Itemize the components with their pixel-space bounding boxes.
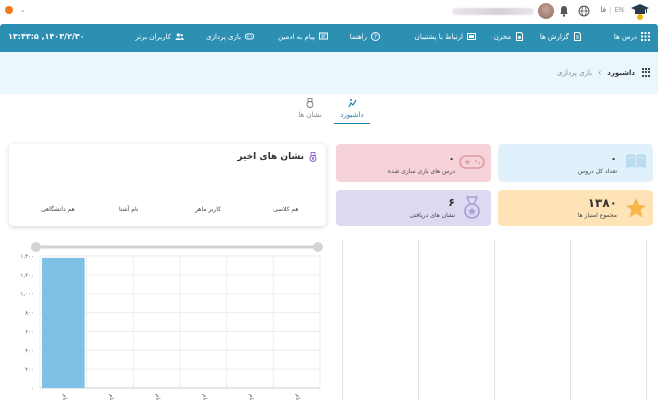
x-tick-label: نام xyxy=(201,394,207,400)
tab-label: داشبورد xyxy=(340,111,364,119)
stat-label: درس های بازی سازی شده xyxy=(387,168,455,175)
nav-label: درس ها xyxy=(613,32,637,41)
repository-icon xyxy=(516,32,523,41)
x-tick-label: نام xyxy=(248,394,254,400)
nav-label: گزارش ها xyxy=(539,32,569,41)
medal-icon xyxy=(464,196,480,219)
chevron-down-icon[interactable]: ⌄ xyxy=(20,6,26,14)
grid-line xyxy=(418,240,419,400)
grid-line xyxy=(570,240,571,400)
x-tick-label: نام xyxy=(108,394,114,400)
bell-icon[interactable] xyxy=(558,5,570,17)
y-tick-label: ۰ xyxy=(31,386,34,392)
grid-line xyxy=(494,240,495,400)
medal-icon xyxy=(306,98,314,108)
nav-item-support[interactable]: ارتباط با پشتیبان xyxy=(415,32,476,41)
stat-card-badges-received: ۶ نشان های دریافتی xyxy=(336,190,491,226)
y-tick-label: ۱,۴۰۰ xyxy=(20,254,34,260)
stat-label: نشان های دریافتی xyxy=(409,212,455,219)
y-tick-label: ۱,۰۰۰ xyxy=(20,292,34,298)
main-nav: درس ها گزارش ها مخزن ارتباط با پشتیبان ?… xyxy=(0,24,658,52)
nav-item-gamification[interactable]: بازی پردازی xyxy=(206,32,254,41)
gamepad-icon xyxy=(459,155,485,169)
report-icon xyxy=(574,32,581,41)
badge-item: کاربر ماهر xyxy=(195,206,221,213)
medal-icon xyxy=(309,152,317,162)
nav-label: راهنما xyxy=(349,32,367,41)
nav-label: ارتباط با پشتیبان xyxy=(414,32,463,41)
lang-fa[interactable]: فا xyxy=(600,6,605,14)
x-tick-label: نام xyxy=(61,394,67,400)
star-icon xyxy=(626,198,646,218)
breadcrumb-separator: › xyxy=(598,68,602,77)
dashboard-icon xyxy=(348,99,357,108)
gamepad-icon xyxy=(245,33,254,40)
range-slider-handle-right[interactable] xyxy=(313,242,323,252)
nav-item-top-users[interactable]: کاربران برتر xyxy=(135,32,184,41)
avatar[interactable] xyxy=(538,3,554,19)
tab-label: نشان ها xyxy=(298,111,322,119)
nav-item-help[interactable]: ? راهنما xyxy=(350,32,380,41)
globe-icon[interactable] xyxy=(578,5,590,17)
y-tick-label: ۱,۲۰۰ xyxy=(20,273,34,279)
chart-bar xyxy=(42,257,85,388)
svg-text:?: ? xyxy=(374,34,377,41)
tab-badges[interactable]: نشان ها xyxy=(292,96,328,124)
users-icon xyxy=(175,33,184,40)
y-tick-label: ۴۰۰ xyxy=(25,348,34,354)
nav-label: پیام به ادمین xyxy=(278,32,315,41)
lang-separator: | xyxy=(608,6,612,14)
stat-value: ۶ xyxy=(448,196,455,209)
stat-label: تعداد کل دروس xyxy=(577,168,617,175)
datetime: ۱۳:۴۳:۵ ,۱۴۰۳/۲/۳۰ xyxy=(8,32,85,41)
language-switcher[interactable]: فا | EN xyxy=(600,6,624,14)
nav-label: مخزن xyxy=(493,32,511,41)
grid-icon xyxy=(641,32,650,41)
x-tick-label: نام xyxy=(295,394,301,400)
badge-item: نام آشنا xyxy=(119,206,139,213)
badge-item: هم کلاسی xyxy=(273,206,299,213)
recent-badges-card: نشان های اخیر هم کلاسی کاربر ماهر نام آش… xyxy=(9,144,326,226)
book-icon xyxy=(626,154,646,168)
breadcrumb-home[interactable]: داشبورد xyxy=(607,69,635,77)
chart-svg: ۰ ۲۰۰ ۴۰۰ ۶۰۰ ۸۰۰ ۱,۰۰۰ ۱,۲۰۰ ۱,۴۰۰ نام نام نام نا… xyxy=(20,242,323,400)
y-tick-label: ۶۰۰ xyxy=(25,329,34,335)
y-tick-label: ۸۰۰ xyxy=(25,311,34,317)
power-icon[interactable] xyxy=(5,6,13,14)
help-icon: ? xyxy=(371,32,380,41)
username-blurred[interactable] xyxy=(452,8,534,15)
grid-icon xyxy=(641,68,650,77)
nav-item-message-admin[interactable]: پیام به ادمین xyxy=(278,32,328,41)
message-icon xyxy=(319,32,328,40)
grid-line xyxy=(342,240,343,400)
breadcrumb: داشبورد › بازی پردازی xyxy=(557,68,650,77)
range-slider-handle-left[interactable] xyxy=(31,242,41,252)
x-tick-label: نام xyxy=(155,394,161,400)
support-icon xyxy=(467,33,476,40)
y-tick-label: ۲۰۰ xyxy=(25,367,34,373)
tab-dashboard[interactable]: داشبورد xyxy=(334,96,370,124)
stat-card-total-points: ۱۳۸۰ مجموع امتیاز ها xyxy=(498,190,653,226)
nav-label: بازی پردازی xyxy=(206,32,241,41)
nav-item-repository[interactable]: مخزن xyxy=(494,32,524,41)
stat-value: ۰ xyxy=(610,152,617,165)
top-strip: فا | EN ⌄ xyxy=(0,0,658,24)
logo-icon xyxy=(631,4,649,20)
nav-item-reports[interactable]: گزارش ها xyxy=(540,32,582,41)
breadcrumb-current: بازی پردازی xyxy=(557,68,593,77)
stat-value: ۰ xyxy=(448,152,455,165)
tab-bar: داشبورد نشان ها xyxy=(292,96,370,124)
nav-label: کاربران برتر xyxy=(135,32,171,41)
grid-line xyxy=(646,240,647,400)
nav-item-courses[interactable]: درس ها xyxy=(614,32,650,41)
recent-badges-title: نشان های اخیر xyxy=(237,152,304,162)
points-chart: ۰ ۲۰۰ ۴۰۰ ۶۰۰ ۸۰۰ ۱,۰۰۰ ۱,۲۰۰ ۱,۴۰۰ نام نام نام نا… xyxy=(0,236,330,400)
stat-label: مجموع امتیاز ها xyxy=(577,212,617,219)
stat-value: ۱۳۸۰ xyxy=(587,196,617,210)
stat-card-total-courses: ۰ تعداد کل دروس xyxy=(498,144,653,182)
stat-card-gamified-courses: ۰ درس های بازی سازی شده xyxy=(336,144,491,182)
badge-item: هم دانشگاهی xyxy=(41,206,75,213)
lang-en[interactable]: EN xyxy=(614,6,624,14)
